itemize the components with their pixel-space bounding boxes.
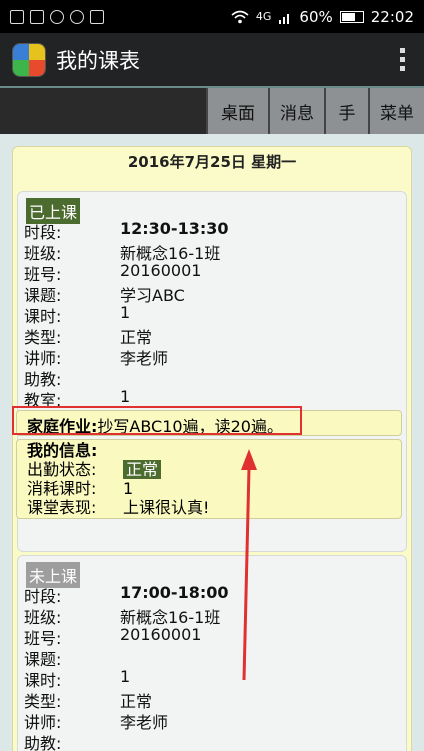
attendance-label: 出勤状态:	[27, 460, 97, 479]
battery-icon	[339, 10, 364, 23]
notification-icons	[10, 9, 104, 24]
wifi-icon	[231, 10, 249, 23]
app-title: 我的课表	[56, 48, 140, 73]
hours-used-value: 1	[123, 479, 134, 498]
menu-button[interactable]: 菜单	[368, 88, 424, 134]
search-notification-icon	[70, 9, 84, 24]
teacher-value: 李老师	[120, 349, 169, 368]
day-schedule-card: 2016年7月25日 星期一 已上课 时段: 12:30-13:30 班级: 新…	[12, 146, 412, 751]
hand-button[interactable]: 手	[324, 88, 368, 134]
annotation-highlight-box	[12, 406, 302, 435]
hours-used-label: 消耗课时:	[27, 479, 97, 498]
desktop-button[interactable]: 桌面	[206, 88, 268, 134]
app-notification-icon	[50, 9, 64, 24]
toolbar: 桌面 消息 手 菜单	[0, 86, 424, 134]
messages-button[interactable]: 消息	[268, 88, 324, 134]
performance-label: 课堂表现:	[27, 498, 97, 517]
app-logo-icon	[12, 42, 46, 77]
lesson-card[interactable]: 已上课 时段: 12:30-13:30 班级: 新概念16-1班 班号: 201…	[16, 191, 407, 552]
network-type: 4G	[255, 10, 272, 23]
assistant-label: 助教:	[24, 734, 62, 751]
clock: 22:02	[370, 7, 414, 26]
image-icon	[10, 9, 24, 24]
performance-value: 上课很认真!	[123, 498, 210, 517]
app-badge-icon	[90, 9, 104, 24]
status-bar: 4G 60% 22:02	[0, 0, 424, 33]
lesson-assistant-row: 助教:	[24, 730, 120, 751]
lesson-card[interactable]: 未上课 时段: 17:00-18:00 班级: 新概念16-1班 班号: 201…	[17, 555, 407, 751]
app-bar: 我的课表	[0, 33, 424, 86]
overflow-menu-icon[interactable]	[392, 48, 412, 71]
battery-percent: 60%	[299, 7, 333, 26]
my-info-box: 我的信息: 出勤状态: 正常 消耗课时: 1 课堂表现: 上课很认真!	[16, 439, 402, 519]
attendance-badge: 正常	[123, 460, 162, 479]
class-no-value: 20160001	[120, 625, 202, 644]
upload-icon	[30, 9, 44, 24]
signal-icon	[279, 13, 290, 24]
schedule-date: 2016年7月25日 星期一	[127, 153, 297, 171]
teacher-value: 李老师	[120, 713, 169, 732]
my-info-title: 我的信息:	[27, 441, 98, 460]
